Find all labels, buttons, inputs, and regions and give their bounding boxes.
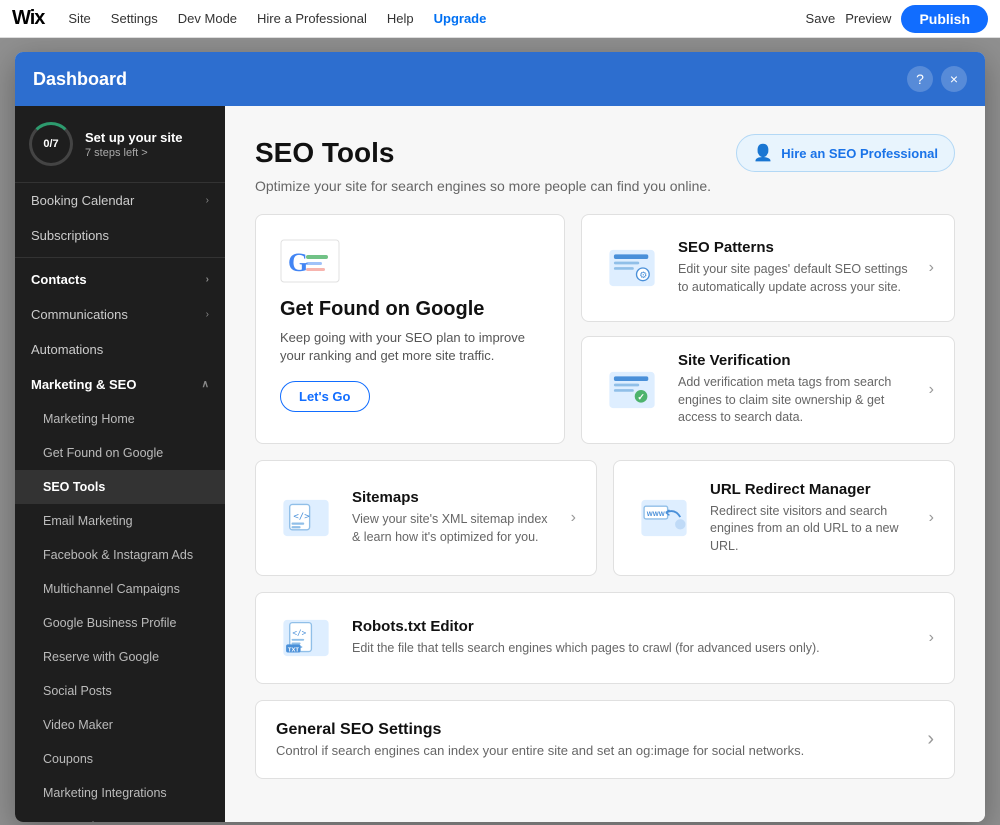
hire-pro-button[interactable]: 👤 Hire an SEO Professional xyxy=(736,134,955,172)
top-bar-actions: Save Preview Publish xyxy=(806,5,988,33)
main-content: SEO Tools 👤 Hire an SEO Professional Opt… xyxy=(225,106,985,822)
sidebar-item-automations[interactable]: Automations xyxy=(15,332,225,367)
nav-site[interactable]: Site xyxy=(68,11,90,26)
modal-overlay: Dashboard ? × 0/7 Set up your site 7 ste… xyxy=(0,38,1000,825)
general-seo-text: General SEO Settings Control if search e… xyxy=(276,721,804,758)
chevron-up-icon: ∧ xyxy=(202,379,209,390)
nav-hire[interactable]: Hire a Professional xyxy=(257,11,367,26)
top-cards-section: G Get Found on Google Keep going with yo… xyxy=(255,214,955,444)
sidebar-item-contacts[interactable]: Contacts › xyxy=(15,262,225,297)
modal-body: 0/7 Set up your site 7 steps left > Book… xyxy=(15,106,985,822)
robots-card[interactable]: </> TXT Robots.txt Editor Edit the file … xyxy=(255,592,955,684)
top-bar: Wix Site Settings Dev Mode Hire a Profes… xyxy=(0,0,1000,38)
publish-button[interactable]: Publish xyxy=(901,5,988,33)
modal-title: Dashboard xyxy=(33,69,127,90)
progress-circle: 0/7 xyxy=(29,122,73,166)
sidebar-item-seo-tools[interactable]: SEO Tools xyxy=(15,470,225,504)
robots-card-row: </> TXT Robots.txt Editor Edit the file … xyxy=(255,592,955,684)
sidebar-item-reserve-google[interactable]: Reserve with Google xyxy=(15,640,225,674)
chevron-right-icon: › xyxy=(206,274,209,285)
sidebar-item-logo-maker[interactable]: Logo Maker xyxy=(15,810,225,822)
sidebar-item-multichannel[interactable]: Multichannel Campaigns xyxy=(15,572,225,606)
svg-text:</>: </> xyxy=(293,512,310,522)
sidebar-item-coupons[interactable]: Coupons xyxy=(15,742,225,776)
sidebar-item-marketing-integrations[interactable]: Marketing Integrations xyxy=(15,776,225,810)
save-button[interactable]: Save xyxy=(806,11,836,26)
seo-patterns-icon: ⚙ xyxy=(602,243,662,293)
sidebar: 0/7 Set up your site 7 steps left > Book… xyxy=(15,106,225,822)
modal-header-actions: ? × xyxy=(907,66,967,92)
svg-text:TXT: TXT xyxy=(288,648,300,654)
sidebar-item-video-maker[interactable]: Video Maker xyxy=(15,708,225,742)
lets-go-button[interactable]: Let's Go xyxy=(280,381,370,412)
hire-pro-label: Hire an SEO Professional xyxy=(781,146,938,161)
svg-text:⚙: ⚙ xyxy=(639,270,647,280)
sidebar-item-communications[interactable]: Communications › xyxy=(15,297,225,332)
sidebar-item-social-posts[interactable]: Social Posts xyxy=(15,674,225,708)
chevron-right-icon: › xyxy=(206,309,209,320)
sitemaps-icon: </> xyxy=(276,493,336,543)
sitemaps-card[interactable]: </> Sitemaps View your site's XML sitema… xyxy=(255,460,597,577)
page-header-top: SEO Tools 👤 Hire an SEO Professional xyxy=(255,134,955,172)
modal-header: Dashboard ? × xyxy=(15,52,985,106)
top-nav: Site Settings Dev Mode Hire a Profession… xyxy=(68,11,789,26)
nav-upgrade[interactable]: Upgrade xyxy=(434,11,487,26)
dashboard-modal: Dashboard ? × 0/7 Set up your site 7 ste… xyxy=(15,52,985,822)
svg-text:✓: ✓ xyxy=(637,392,645,402)
person-icon: 👤 xyxy=(753,143,773,163)
google-logo: G xyxy=(280,239,540,288)
chevron-right-icon: › xyxy=(927,728,934,751)
google-card-title: Get Found on Google xyxy=(280,298,540,321)
page-title: SEO Tools xyxy=(255,137,395,169)
google-card-desc: Keep going with your SEO plan to improve… xyxy=(280,329,540,365)
seo-patterns-card[interactable]: ⚙ SEO Patterns Edit your site pages' def… xyxy=(581,214,955,322)
nav-devmode[interactable]: Dev Mode xyxy=(178,11,237,26)
sidebar-item-subscriptions[interactable]: Subscriptions xyxy=(15,218,225,253)
sidebar-item-marketing-seo[interactable]: Marketing & SEO ∧ xyxy=(15,367,225,402)
robots-text: Robots.txt Editor Edit the file that tel… xyxy=(352,618,913,658)
sidebar-item-marketing-home[interactable]: Marketing Home xyxy=(15,402,225,436)
progress-text: Set up your site 7 steps left > xyxy=(85,130,183,159)
sidebar-item-booking[interactable]: Booking Calendar › xyxy=(15,183,225,218)
page-subtitle: Optimize your site for search engines so… xyxy=(255,178,955,194)
sidebar-progress[interactable]: 0/7 Set up your site 7 steps left > xyxy=(15,106,225,183)
seo-patterns-text: SEO Patterns Edit your site pages' defau… xyxy=(678,239,913,296)
sidebar-item-get-found[interactable]: Get Found on Google xyxy=(15,436,225,470)
url-redirect-card[interactable]: WWW URL Redirect Manager Redirect site v… xyxy=(613,460,955,577)
nav-help[interactable]: Help xyxy=(387,11,414,26)
chevron-right-icon: › xyxy=(929,629,934,647)
sidebar-item-email-marketing[interactable]: Email Marketing xyxy=(15,504,225,538)
chevron-right-icon: › xyxy=(571,509,576,527)
url-redirect-text: URL Redirect Manager Redirect site visit… xyxy=(710,481,913,556)
sidebar-item-fb-ads[interactable]: Facebook & Instagram Ads xyxy=(15,538,225,572)
chevron-right-icon: › xyxy=(206,195,209,206)
middle-cards-row: </> Sitemaps View your site's XML sitema… xyxy=(255,460,955,577)
site-verification-icon: ✓ xyxy=(602,365,662,415)
url-redirect-icon: WWW xyxy=(634,493,694,543)
site-verification-text: Site Verification Add verification meta … xyxy=(678,352,913,427)
general-seo-section[interactable]: General SEO Settings Control if search e… xyxy=(255,700,955,779)
svg-text:WWW: WWW xyxy=(647,511,665,518)
sidebar-item-google-business[interactable]: Google Business Profile xyxy=(15,606,225,640)
close-button[interactable]: × xyxy=(941,66,967,92)
page-header: SEO Tools 👤 Hire an SEO Professional Opt… xyxy=(255,134,955,194)
site-verification-card[interactable]: ✓ Site Verification Add verification met… xyxy=(581,336,955,444)
chevron-right-icon: › xyxy=(929,259,934,277)
sitemaps-text: Sitemaps View your site's XML sitemap in… xyxy=(352,489,555,546)
chevron-right-icon: › xyxy=(929,509,934,527)
chevron-right-icon: › xyxy=(929,381,934,399)
preview-button[interactable]: Preview xyxy=(845,11,891,26)
nav-settings[interactable]: Settings xyxy=(111,11,158,26)
help-button[interactable]: ? xyxy=(907,66,933,92)
robots-icon: </> TXT xyxy=(276,613,336,663)
svg-text:</>: </> xyxy=(292,628,306,637)
svg-text:G: G xyxy=(288,248,308,277)
google-card: G Get Found on Google Keep going with yo… xyxy=(255,214,565,444)
wix-logo: Wix xyxy=(12,7,44,30)
